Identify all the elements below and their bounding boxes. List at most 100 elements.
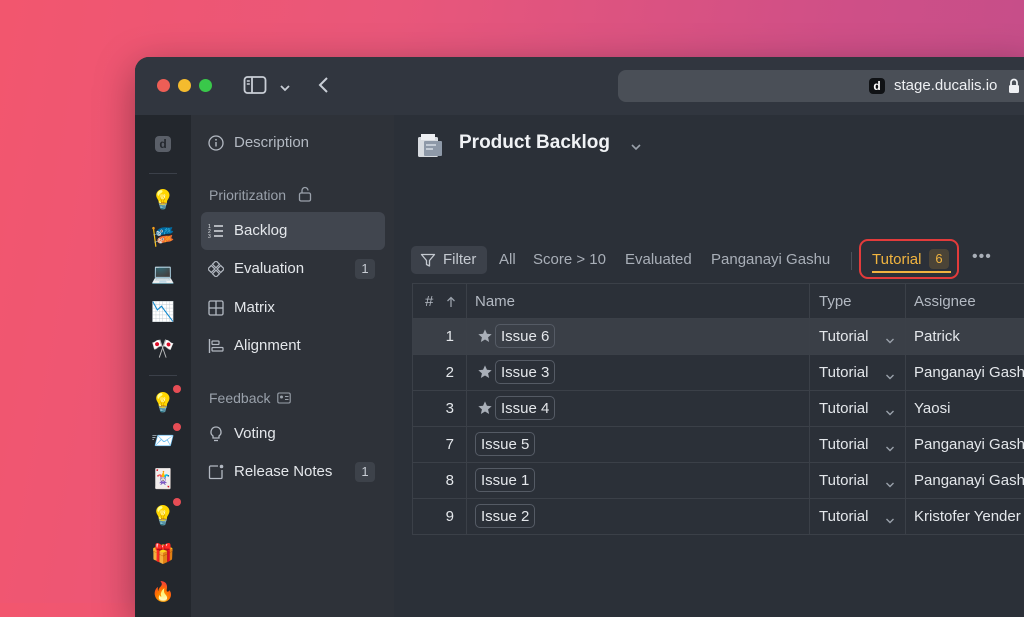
close-window-button[interactable] (157, 79, 170, 92)
issue-name[interactable]: Issue 1 (475, 468, 536, 492)
row-type-cell[interactable]: Tutorial (809, 391, 905, 426)
board-lightbulb-icon[interactable]: 💡 (151, 189, 175, 213)
sidebar-item-label: Description (234, 134, 310, 151)
header-cell-num[interactable]: # (412, 284, 466, 318)
row-assignee: Panganayi Gashu (914, 364, 1024, 381)
notification-dot (173, 423, 181, 431)
address-bar[interactable]: d stage.ducalis.io (618, 70, 1024, 102)
chevron-down-icon[interactable] (885, 404, 895, 422)
tab-all[interactable]: All (499, 251, 516, 268)
row-assignee-cell[interactable]: Panganayi Gashu (905, 463, 1024, 498)
row-assignee: Kristofer Yender (914, 508, 1021, 525)
sidebar-item-evaluation[interactable]: Evaluation 1 (201, 250, 385, 288)
tab-evaluated[interactable]: Evaluated (625, 251, 692, 268)
star-icon[interactable] (477, 400, 493, 421)
notification-dot (173, 385, 181, 393)
sidebar-item-label: Alignment (234, 337, 301, 354)
row-num-cell: 2 (412, 355, 466, 390)
board-gift-icon[interactable]: 🎁 (151, 543, 175, 567)
row-assignee-cell[interactable]: Kristofer Yender (905, 499, 1024, 534)
row-type-cell[interactable]: Tutorial (809, 463, 905, 498)
row-type-cell[interactable]: Tutorial (809, 319, 905, 354)
sidebar-item-alignment[interactable]: Alignment (201, 327, 385, 365)
row-assignee: Patrick (914, 328, 960, 345)
row-type-cell[interactable]: Tutorial (809, 427, 905, 462)
row-number: 9 (445, 508, 454, 525)
row-name-cell[interactable]: Issue 2 (466, 499, 809, 534)
header-cell-type[interactable]: Type (809, 284, 905, 318)
app-logo[interactable]: d (155, 136, 171, 152)
row-number: 2 (445, 364, 454, 381)
unlock-icon[interactable] (298, 186, 312, 207)
row-assignee-cell[interactable]: Panganayi Gashu (905, 427, 1024, 462)
align-left-icon (208, 338, 224, 354)
table-row[interactable]: 2 Issue 3 Tutorial Panganayi Gashu (412, 355, 1024, 391)
row-type-cell[interactable]: Tutorial (809, 355, 905, 390)
chevron-down-icon[interactable] (885, 332, 895, 350)
table-row[interactable]: 8 Issue 1 Tutorial Panganayi Gashu (412, 463, 1024, 499)
row-assignee: Yaosi (914, 400, 951, 417)
board-lightbulb-icon[interactable]: 💡 (151, 392, 175, 416)
sidebar-item-release-notes[interactable]: Release Notes 1 (201, 453, 385, 491)
header-num-label: # (425, 293, 434, 310)
row-name-cell[interactable]: Issue 1 (466, 463, 809, 498)
tab-panganayi-gashu[interactable]: Panganayi Gashu (711, 251, 830, 268)
table-row[interactable]: 9 Issue 2 Tutorial Kristofer Yender (412, 499, 1024, 535)
chevron-down-icon[interactable] (885, 512, 895, 530)
minimize-window-button[interactable] (178, 79, 191, 92)
section-heading-prioritization: Prioritization (209, 187, 287, 203)
tab-score-over-10[interactable]: Score > 10 (533, 251, 606, 268)
star-icon[interactable] (477, 328, 493, 349)
row-assignee: Panganayi Gashu (914, 472, 1024, 489)
sort-up-arrow-icon[interactable] (446, 295, 456, 313)
rail-divider (149, 173, 177, 174)
back-arrow-icon[interactable] (317, 75, 331, 100)
row-name-cell[interactable]: Issue 6 (466, 319, 809, 354)
board-chart-down-icon[interactable]: 📉 (151, 301, 175, 325)
row-name-cell[interactable]: Issue 3 (466, 355, 809, 390)
chevron-down-icon[interactable] (885, 368, 895, 386)
table-row[interactable]: 7 Issue 5 Tutorial Panganayi Gashu (412, 427, 1024, 463)
tab-tutorial[interactable]: Tutorial (872, 251, 921, 268)
row-assignee-cell[interactable]: Panganayi Gashu (905, 355, 1024, 390)
sidebar-item-matrix[interactable]: Matrix (201, 289, 385, 327)
chevron-down-icon[interactable] (885, 440, 895, 458)
board-koinobori-icon[interactable]: 🎏 (151, 226, 175, 250)
board-fire-icon[interactable]: 🔥 (151, 581, 175, 605)
chevron-down-icon[interactable] (279, 80, 291, 98)
more-tabs-button[interactable]: ••• (972, 248, 992, 266)
board-card-icon[interactable]: 🃏 (151, 468, 175, 492)
row-name-cell[interactable]: Issue 5 (466, 427, 809, 462)
header-cell-name[interactable]: Name (466, 284, 809, 318)
filter-button[interactable]: Filter (411, 246, 487, 274)
header-cell-assignee[interactable]: Assignee (905, 284, 1024, 318)
folder-icon (416, 132, 444, 165)
issue-name[interactable]: Issue 3 (495, 360, 556, 384)
row-assignee-cell[interactable]: Yaosi (905, 391, 1024, 426)
chevron-down-icon[interactable] (885, 476, 895, 494)
board-laptop-icon[interactable]: 💻 (151, 263, 175, 287)
board-flags-icon[interactable]: 🎌 (151, 338, 175, 362)
sidebar-item-backlog[interactable]: 123 Backlog (201, 212, 385, 250)
table-row[interactable]: 3 Issue 4 Tutorial Yaosi (412, 391, 1024, 427)
issue-name[interactable]: Issue 2 (475, 504, 536, 528)
row-type-cell[interactable]: Tutorial (809, 499, 905, 534)
issue-name[interactable]: Issue 6 (495, 324, 556, 348)
board-envelope-icon[interactable]: 📨 (151, 430, 175, 454)
issue-name[interactable]: Issue 5 (475, 432, 536, 456)
board-lightbulb-icon[interactable]: 💡 (151, 505, 175, 529)
issue-name[interactable]: Issue 4 (495, 396, 556, 420)
table-row[interactable]: 1 Issue 6 Tutorial Patrick (412, 319, 1024, 355)
row-num-cell: 9 (412, 499, 466, 534)
row-assignee-cell[interactable]: Patrick (905, 319, 1024, 354)
star-icon[interactable] (477, 364, 493, 385)
active-tab-underline (872, 271, 951, 273)
sidebar-toggle-icon[interactable] (243, 75, 267, 100)
chevron-down-icon[interactable] (630, 139, 642, 157)
sidebar-item-voting[interactable]: Voting (201, 415, 385, 453)
sidebar-item-description[interactable]: Description (201, 124, 385, 162)
row-name-cell[interactable]: Issue 4 (466, 391, 809, 426)
row-number: 1 (445, 328, 454, 345)
zoom-window-button[interactable] (199, 79, 212, 92)
info-icon (208, 135, 224, 151)
